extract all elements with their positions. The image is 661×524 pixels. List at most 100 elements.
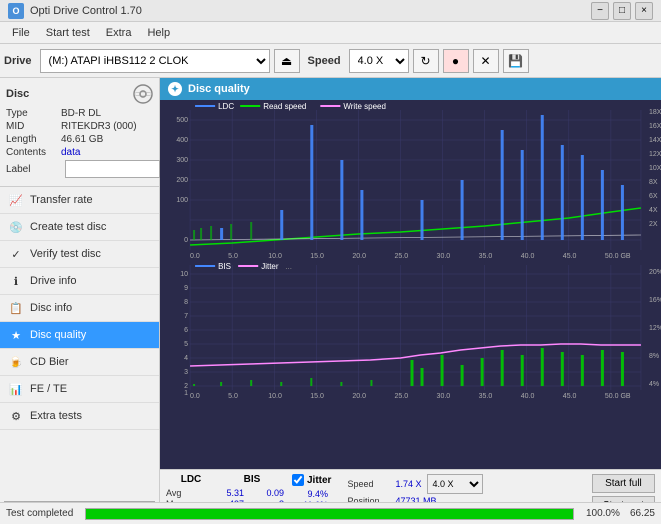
jitter-checkbox[interactable] [292,474,304,486]
title-bar-left: O Opti Drive Control 1.70 [8,3,142,19]
minimize-button[interactable]: − [591,2,609,20]
svg-text:500: 500 [176,117,188,124]
svg-text:25.0: 25.0 [394,393,408,400]
svg-text:8%: 8% [649,353,659,360]
jitter-header-row: Jitter [292,474,331,486]
close-button[interactable]: × [635,2,653,20]
disc-label-input[interactable] [65,160,160,178]
svg-text:100: 100 [176,197,188,204]
cd-bier-label: CD Bier [30,356,69,368]
drive-info-icon: ℹ [8,273,24,289]
save-button[interactable]: 💾 [503,49,529,73]
start-full-button[interactable]: Start full [592,474,655,493]
status-speed: 66.25 [630,508,655,519]
svg-text:50.0 GB: 50.0 GB [605,253,631,260]
drive-info-label: Drive info [30,275,76,287]
svg-text:20.0: 20.0 [352,253,366,260]
app-icon: O [8,3,24,19]
disc-label-row: Label 🔍 [6,160,153,178]
sidebar-item-create-test-disc[interactable]: 💿 Create test disc [0,214,159,241]
disc-quality-header-icon: ✦ [168,82,182,96]
sidebar-item-disc-info[interactable]: 📋 Disc info [0,295,159,322]
svg-text:1: 1 [184,390,188,397]
svg-text:BIS: BIS [218,262,231,271]
svg-text:Write speed: Write speed [343,102,386,111]
sidebar-item-verify-test-disc[interactable]: ✓ Verify test disc [0,241,159,268]
fe-te-icon: 📊 [8,381,24,397]
svg-text:7: 7 [184,313,188,320]
svg-text:6X: 6X [649,193,658,200]
content-area: ✦ Disc quality [160,78,661,524]
disc-quality-label: Disc quality [30,329,86,341]
disc-quality-icon: ★ [8,327,24,343]
upper-chart: 500 400 300 200 100 0 18X 16X 14X 12X 10… [160,100,661,260]
svg-text:300: 300 [176,157,188,164]
svg-text:40.0: 40.0 [521,393,535,400]
svg-text:...: ... [285,262,292,271]
sidebar-item-drive-info[interactable]: ℹ Drive info [0,268,159,295]
disc-type-value: BD-R DL [61,108,101,119]
ldc-header: LDC [166,474,216,485]
disc-length-label: Length [6,134,61,145]
disc-info-label: Disc info [30,302,72,314]
stats-headers: LDC BIS [166,474,284,485]
sidebar-item-fe-te[interactable]: 📊 FE / TE [0,376,159,403]
svg-text:400: 400 [176,137,188,144]
svg-text:10: 10 [180,271,188,278]
charts-container: 500 400 300 200 100 0 18X 16X 14X 12X 10… [160,100,661,469]
svg-text:6: 6 [184,327,188,334]
progress-bar-container [85,508,574,520]
burn-button[interactable]: ● [443,49,469,73]
svg-text:200: 200 [176,177,188,184]
svg-text:8X: 8X [649,179,658,186]
svg-text:10.0: 10.0 [268,393,282,400]
svg-text:30.0: 30.0 [437,253,451,260]
disc-mid-label: MID [6,121,61,132]
svg-text:45.0: 45.0 [563,253,577,260]
svg-text:10.0: 10.0 [268,253,282,260]
window-controls: − □ × [591,2,653,20]
maximize-button[interactable]: □ [613,2,631,20]
speed-stat-label: Speed [347,479,389,489]
eject-button[interactable]: ⏏ [274,49,300,73]
svg-text:Read speed: Read speed [263,102,306,111]
extra-tests-label: Extra tests [30,410,82,422]
speed-label: Speed [308,55,341,67]
menu-extra[interactable]: Extra [98,25,140,41]
disc-contents-value: data [61,147,80,158]
status-percent: 100.0% [586,508,622,519]
avg-ldc-value: 5.31 [198,488,244,498]
svg-text:20.0: 20.0 [352,393,366,400]
menu-help[interactable]: Help [139,25,178,41]
menu-start-test[interactable]: Start test [38,25,98,41]
speed-select[interactable]: 4.0 X [349,49,409,73]
create-test-disc-icon: 💿 [8,219,24,235]
sidebar-item-disc-quality[interactable]: ★ Disc quality [0,322,159,349]
disc-panel-header: Disc [6,84,153,104]
lower-chart-svg: 10 9 8 7 6 5 4 3 2 1 20% 16% 12% 8% 4% [160,260,661,400]
disc-label-label: Label [6,164,61,175]
jitter-avg-row: 9.4% [292,489,331,499]
chart-title: Disc quality [188,83,250,95]
speed-stat-select[interactable]: 4.0 X [427,474,483,494]
menu-bar: File Start test Extra Help [0,22,661,44]
speed-row: Speed 1.74 X 4.0 X [347,474,483,494]
toolbar: Drive (M:) ATAPI iHBS112 2 CLOK ⏏ Speed … [0,44,661,78]
erase-button[interactable]: ✕ [473,49,499,73]
svg-text:20%: 20% [649,269,661,276]
jitter-header: Jitter [307,475,331,486]
drive-select[interactable]: (M:) ATAPI iHBS112 2 CLOK [40,49,270,73]
create-test-disc-label: Create test disc [30,221,106,233]
status-bar: Test completed 100.0% 66.25 [0,502,661,524]
menu-file[interactable]: File [4,25,38,41]
sidebar-item-extra-tests[interactable]: ⚙ Extra tests [0,403,159,430]
svg-text:5: 5 [184,341,188,348]
stats-avg-row: Avg 5.31 0.09 [166,488,284,498]
sidebar: Disc Type BD-R DL MID RITEKDR3 (000) Len… [0,78,160,524]
extra-tests-icon: ⚙ [8,408,24,424]
sidebar-item-transfer-rate[interactable]: 📈 Transfer rate [0,187,159,214]
avg-label: Avg [166,488,194,498]
refresh-button[interactable]: ↻ [413,49,439,73]
nav-items: 📈 Transfer rate 💿 Create test disc ✓ Ver… [0,187,159,430]
sidebar-item-cd-bier[interactable]: 🍺 CD Bier [0,349,159,376]
